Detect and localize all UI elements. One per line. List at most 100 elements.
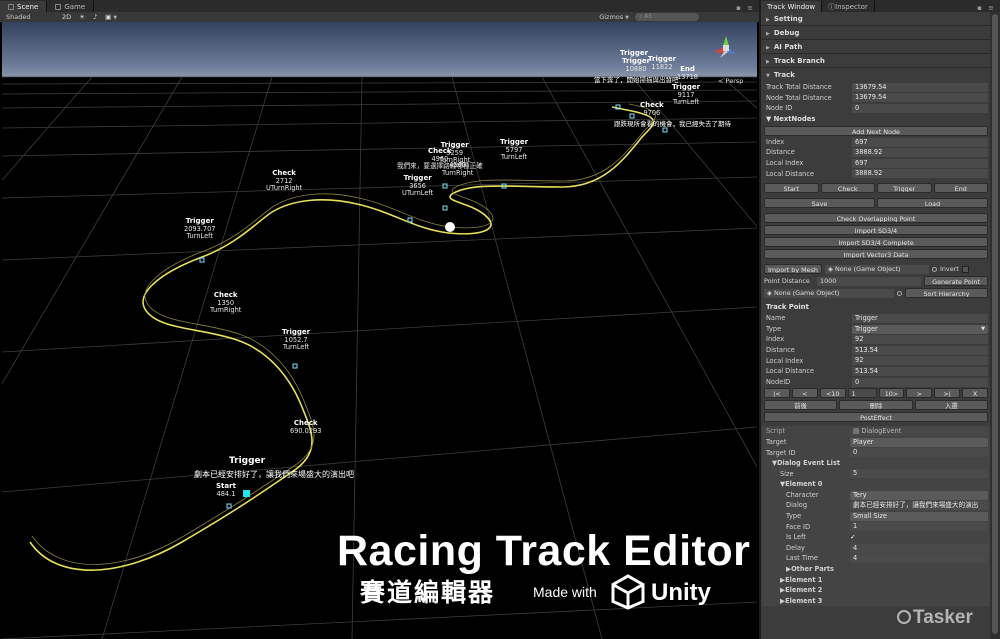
import-sd34-button[interactable]: Import SD3/4 bbox=[764, 225, 988, 236]
field-value[interactable]: 3888.92 bbox=[852, 148, 988, 158]
next-point-button[interactable]: > bbox=[906, 388, 933, 399]
field-value[interactable]: 697 bbox=[852, 158, 988, 168]
search-icon: ⌕ bbox=[639, 13, 643, 20]
action-button[interactable]: 刪除 bbox=[839, 400, 913, 411]
fold-track[interactable]: ▼ Track bbox=[762, 68, 990, 82]
fold-ai-path[interactable]: ▶ AI Path bbox=[762, 40, 990, 54]
perspective-label[interactable]: < Persp bbox=[718, 77, 743, 85]
field-value[interactable]: 劇本已經安排好了，讓我們來場盛大的演出 bbox=[850, 501, 988, 511]
field-face-id: Face ID 1 bbox=[762, 522, 990, 533]
effects-icon[interactable]: ▣ ▼ bbox=[101, 13, 121, 21]
field-value[interactable]: 1 bbox=[850, 522, 988, 532]
import-sd34-complete-button[interactable]: Import SD3/4 Complete bbox=[764, 237, 988, 248]
field-value[interactable]: 3888.92 bbox=[852, 169, 988, 179]
shading-label: Shaded bbox=[6, 13, 31, 21]
dialog-event-list-foldout[interactable]: ▼ Dialog Event List bbox=[762, 458, 990, 469]
tab-track-window[interactable]: Track Window bbox=[761, 1, 823, 12]
field-value[interactable]: Trigger bbox=[852, 313, 988, 323]
invert-checkbox[interactable] bbox=[961, 265, 969, 273]
tab-scene[interactable]: Scene bbox=[0, 1, 48, 12]
add-next-node-button[interactable]: Add Next Node bbox=[764, 125, 988, 136]
field-value[interactable]: 13679.54 bbox=[852, 93, 988, 103]
tab-inspector[interactable]: ⓘ Inspector bbox=[822, 1, 875, 12]
point-index-input[interactable]: 1 bbox=[847, 388, 877, 399]
check-button[interactable]: Check bbox=[820, 183, 875, 194]
window-menu-icon[interactable]: ▪ ≡ bbox=[736, 4, 759, 12]
prev-point-button[interactable]: < bbox=[791, 388, 818, 399]
field-value[interactable]: Tery bbox=[850, 490, 988, 500]
field-value[interactable]: 0 bbox=[850, 448, 988, 458]
right-tabbar: Track Window ⓘ Inspector ▪ ≡ bbox=[761, 0, 1000, 12]
import-by-mesh-button[interactable]: Import by Mesh bbox=[764, 264, 822, 275]
field-label: Target bbox=[766, 437, 787, 446]
target-dropdown[interactable]: Player bbox=[850, 437, 988, 447]
object-picker-icon[interactable] bbox=[897, 290, 902, 296]
last-point-button[interactable]: >| bbox=[934, 388, 961, 399]
label-sub: UTurnLeft bbox=[402, 189, 434, 198]
nextnodes-header[interactable]: ▼ NextNodes bbox=[762, 114, 990, 125]
mode-2d-toggle[interactable]: 2D bbox=[58, 13, 75, 21]
action-button[interactable]: 入選 bbox=[914, 400, 988, 411]
generate-point-button[interactable]: Generate Point bbox=[924, 276, 988, 287]
save-button[interactable]: Save bbox=[764, 198, 875, 209]
point-distance-input[interactable]: 1000 bbox=[817, 276, 921, 286]
field-delay: Delay 4 bbox=[762, 543, 990, 554]
mesh-object-field[interactable]: ◈ None (Game Object) bbox=[825, 264, 929, 274]
start-marker[interactable] bbox=[243, 490, 250, 497]
field-value[interactable]: 5 bbox=[850, 469, 988, 479]
fold-track-branch[interactable]: ▶ Track Branch bbox=[762, 54, 990, 68]
track-label: Check 690.0293 bbox=[290, 419, 321, 435]
tab-game[interactable]: Game bbox=[47, 1, 95, 12]
element-3-foldout[interactable]: ▶ Element 3 bbox=[762, 596, 990, 607]
action-button[interactable]: 前後 bbox=[764, 400, 838, 411]
sort-object-field[interactable]: ◈ None (Game Object) bbox=[764, 288, 894, 298]
chevron-right-icon: ▶ bbox=[766, 59, 770, 65]
field-value[interactable]: 4 bbox=[850, 554, 988, 564]
field-value[interactable]: 0 bbox=[852, 103, 988, 113]
scene-gizmo-icon[interactable] bbox=[714, 36, 736, 58]
field-value[interactable]: 92 bbox=[852, 356, 988, 366]
trigger-button[interactable]: Trigger bbox=[877, 183, 932, 194]
panel-scrollbar-thumb[interactable] bbox=[992, 14, 998, 634]
other-parts-foldout[interactable]: ▶ Other Parts bbox=[762, 564, 990, 575]
next-10-button[interactable]: 10> bbox=[878, 388, 905, 399]
type-dropdown[interactable]: Trigger ▼ bbox=[852, 324, 988, 334]
element-1-foldout[interactable]: ▶ Element 1 bbox=[762, 575, 990, 586]
scene-tabbar: Scene Game ▪ ≡ bbox=[0, 0, 759, 12]
first-point-button[interactable]: |< bbox=[764, 388, 790, 399]
field-value[interactable]: Small Size bbox=[850, 511, 988, 521]
post-effect-button[interactable]: PostEffect bbox=[764, 412, 988, 423]
window-menu-icon[interactable]: ▪ ≡ bbox=[977, 4, 1000, 12]
start-button[interactable]: Start bbox=[764, 183, 819, 194]
field-value[interactable]: 0 bbox=[852, 377, 988, 387]
foldout-label: Dialog Event List bbox=[777, 459, 841, 468]
field-value[interactable]: 92 bbox=[852, 335, 988, 345]
gizmos-dropdown[interactable]: Gizmos ▼ bbox=[599, 13, 629, 21]
lighting-icon[interactable]: ☀ bbox=[75, 13, 89, 21]
element-2-foldout[interactable]: ▶ Element 2 bbox=[762, 585, 990, 596]
element-0-foldout[interactable]: ▼ Element 0 bbox=[762, 479, 990, 490]
sort-hierarchy-button[interactable]: Sort Hierarchy bbox=[905, 288, 988, 299]
track-label: 4560 TurnRight bbox=[442, 161, 473, 177]
scene-search-input[interactable]: ⌕ All bbox=[635, 13, 699, 21]
fold-debug[interactable]: ▶ Debug bbox=[762, 26, 990, 40]
field-value[interactable]: 513.54 bbox=[852, 366, 988, 376]
field-local-distance: Local Distance 3888.92 bbox=[762, 169, 990, 180]
object-picker-icon[interactable] bbox=[932, 266, 937, 272]
prev-10-button[interactable]: <10 bbox=[819, 388, 846, 399]
audio-icon[interactable]: ♪ bbox=[89, 13, 101, 21]
shading-dropdown[interactable]: Shaded bbox=[6, 13, 58, 21]
field-value[interactable]: 697 bbox=[852, 137, 988, 147]
load-button[interactable]: Load bbox=[877, 198, 988, 209]
field-value[interactable]: 4 bbox=[850, 543, 988, 553]
field-value[interactable]: ▤ DialogEvent bbox=[850, 427, 988, 437]
field-value[interactable]: 13679.54 bbox=[852, 82, 988, 92]
delete-point-button[interactable]: X bbox=[962, 388, 988, 399]
import-vector3-data-button[interactable]: Import Vector3 Data bbox=[764, 249, 988, 260]
vehicle-position-marker[interactable] bbox=[445, 222, 455, 232]
end-button[interactable]: End bbox=[933, 183, 988, 194]
is-left-checkbox[interactable]: ✓ bbox=[850, 532, 856, 543]
fold-setting[interactable]: ▶ Setting bbox=[762, 12, 990, 26]
field-value[interactable]: 513.54 bbox=[852, 345, 988, 355]
check-overlapping-point-button[interactable]: Check Overlapping Point bbox=[764, 213, 988, 224]
